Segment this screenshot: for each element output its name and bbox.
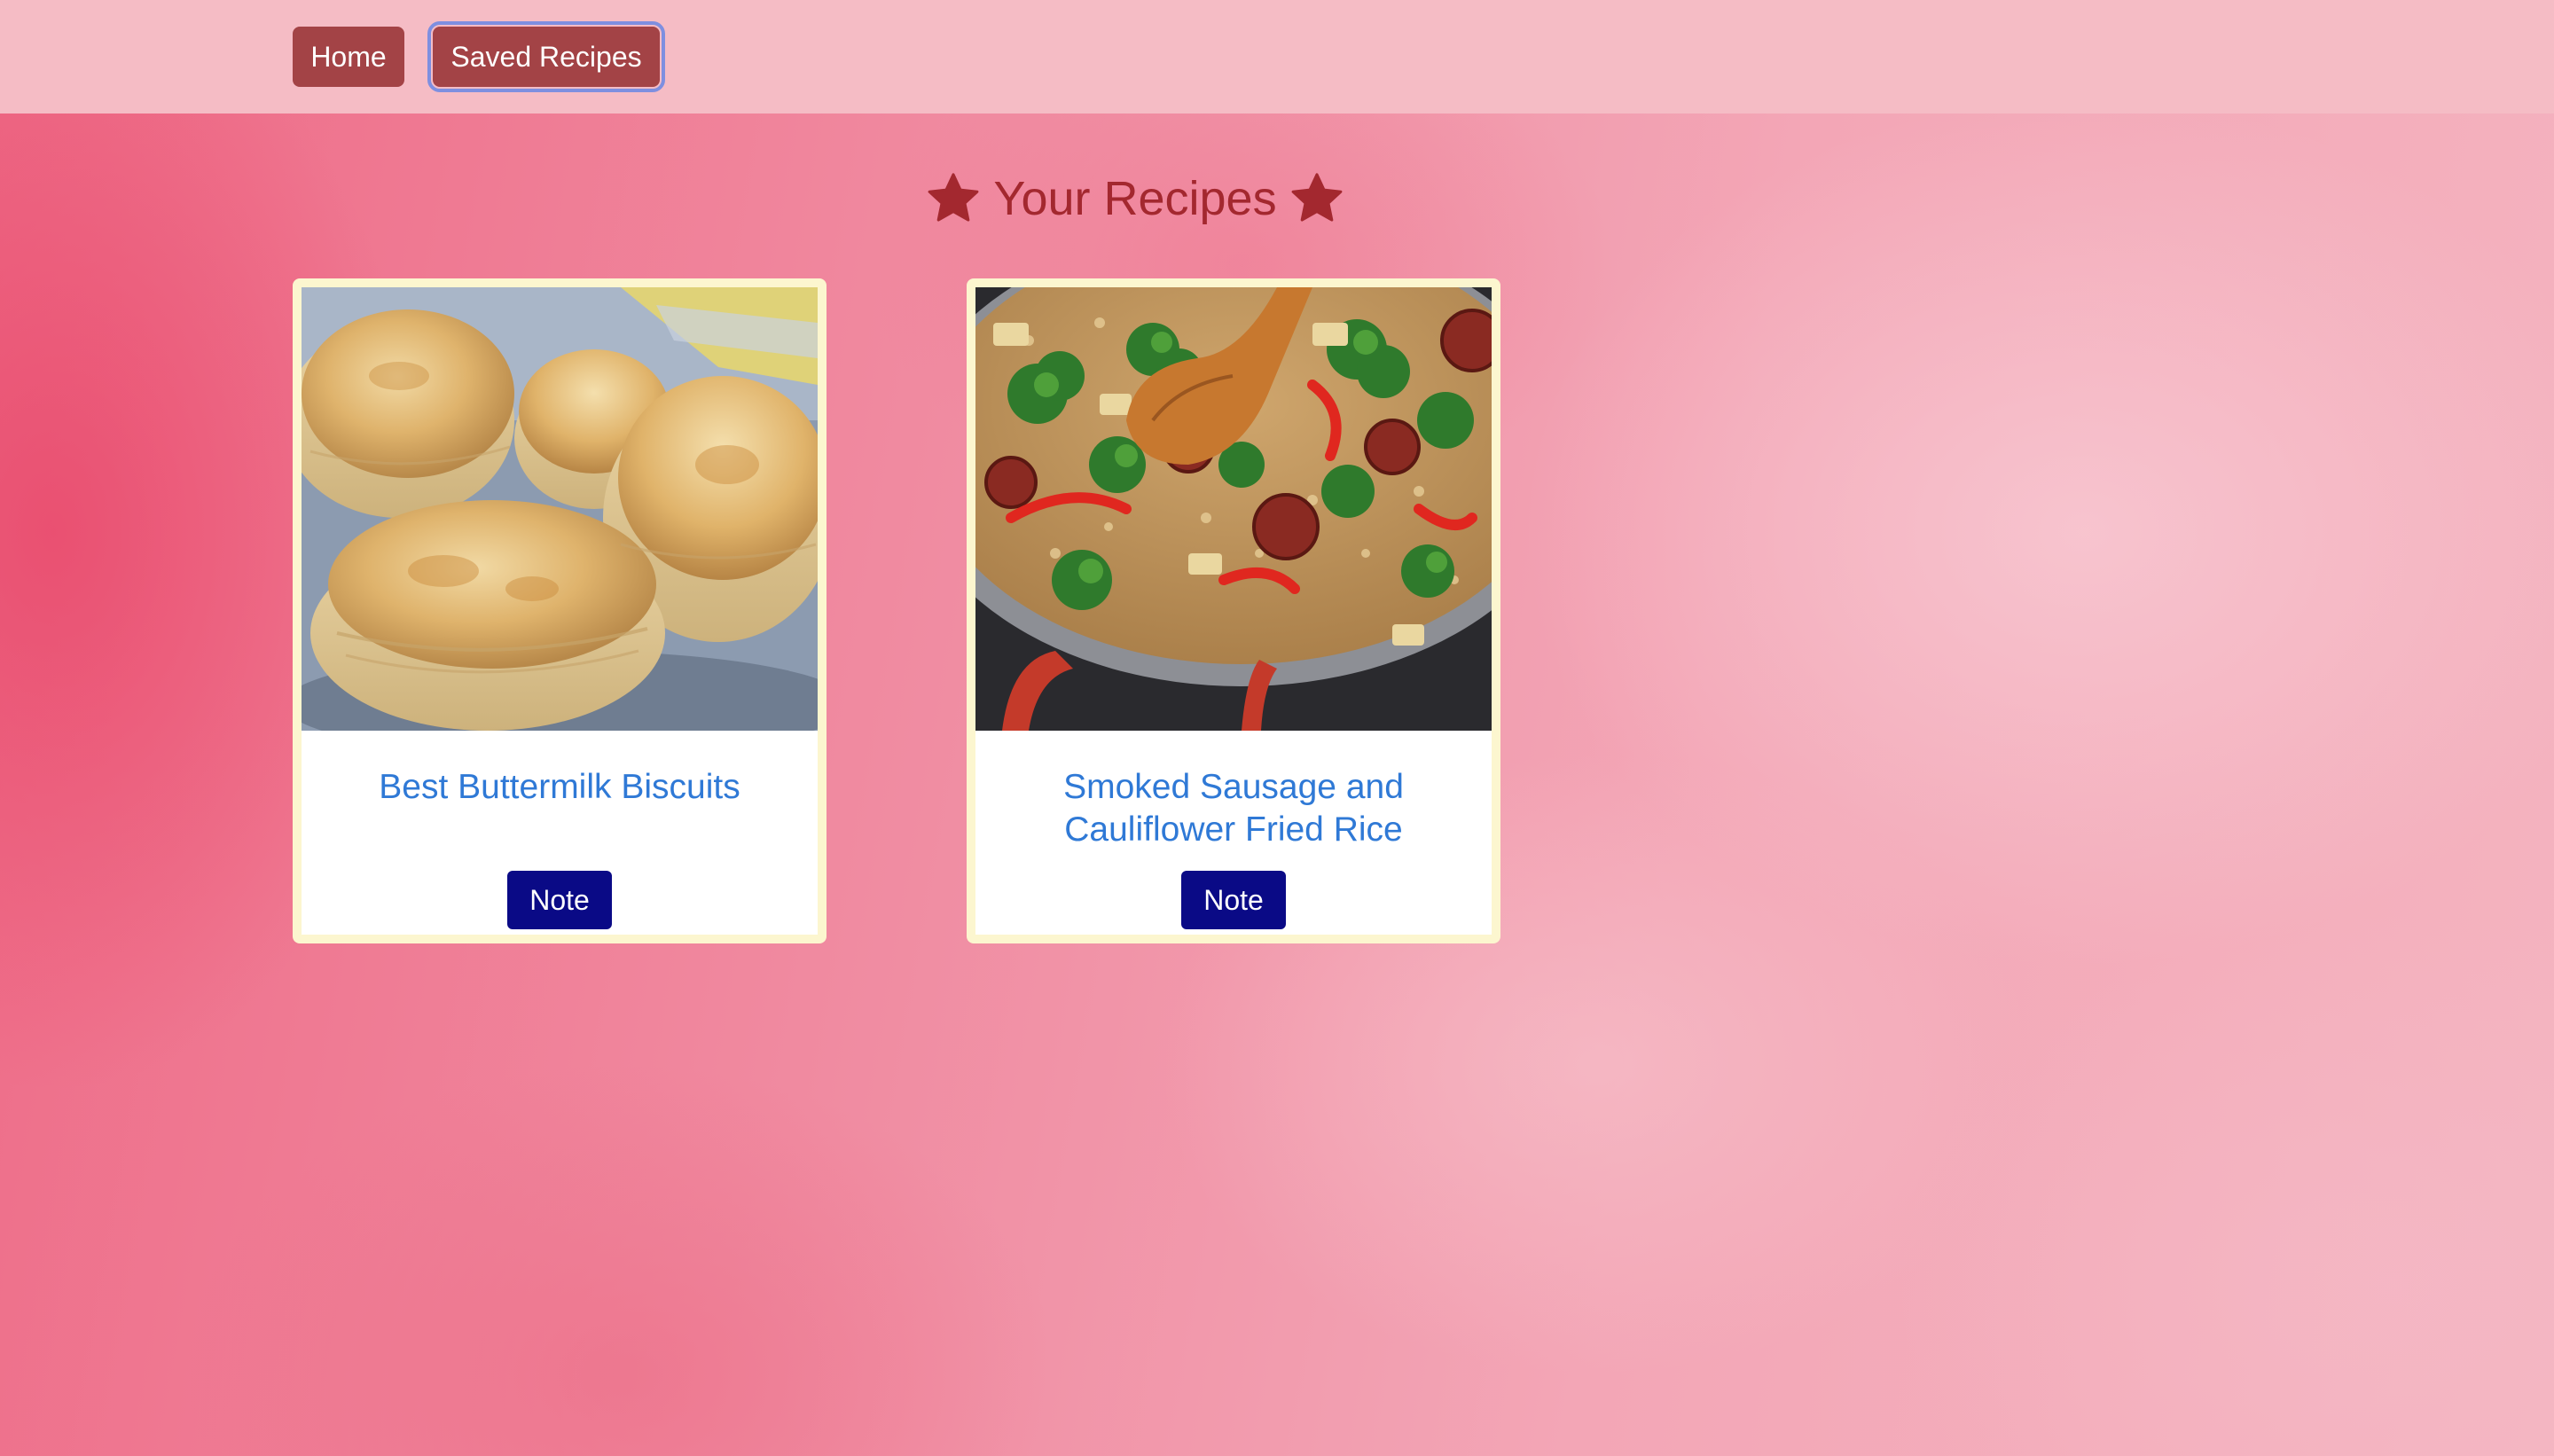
sausage-fried-rice-image[interactable] bbox=[975, 287, 1492, 731]
saved-recipes-button[interactable]: Saved Recipes bbox=[427, 21, 665, 92]
recipe-card-body: Best Buttermilk Biscuits Note bbox=[302, 287, 818, 935]
home-button[interactable]: Home bbox=[293, 27, 404, 87]
buttermilk-biscuits-image[interactable] bbox=[302, 287, 818, 731]
recipe-title-link[interactable]: Smoked Sausage and Cauliflower Fried Ric… bbox=[975, 766, 1492, 851]
star-icon bbox=[928, 173, 979, 222]
note-button[interactable]: Note bbox=[507, 871, 612, 929]
page-title: Your Recipes bbox=[0, 165, 2554, 232]
note-button[interactable]: Note bbox=[1181, 871, 1286, 929]
star-icon bbox=[1291, 173, 1343, 222]
recipe-title-link[interactable]: Best Buttermilk Biscuits bbox=[302, 766, 818, 809]
page-title-text: Your Recipes bbox=[993, 172, 1277, 225]
recipe-card: Smoked Sausage and Cauliflower Fried Ric… bbox=[967, 278, 1500, 943]
navbar: Home Saved Recipes bbox=[0, 0, 2554, 114]
recipe-card-body: Smoked Sausage and Cauliflower Fried Ric… bbox=[975, 287, 1492, 935]
recipe-card: Best Buttermilk Biscuits Note bbox=[293, 278, 827, 943]
